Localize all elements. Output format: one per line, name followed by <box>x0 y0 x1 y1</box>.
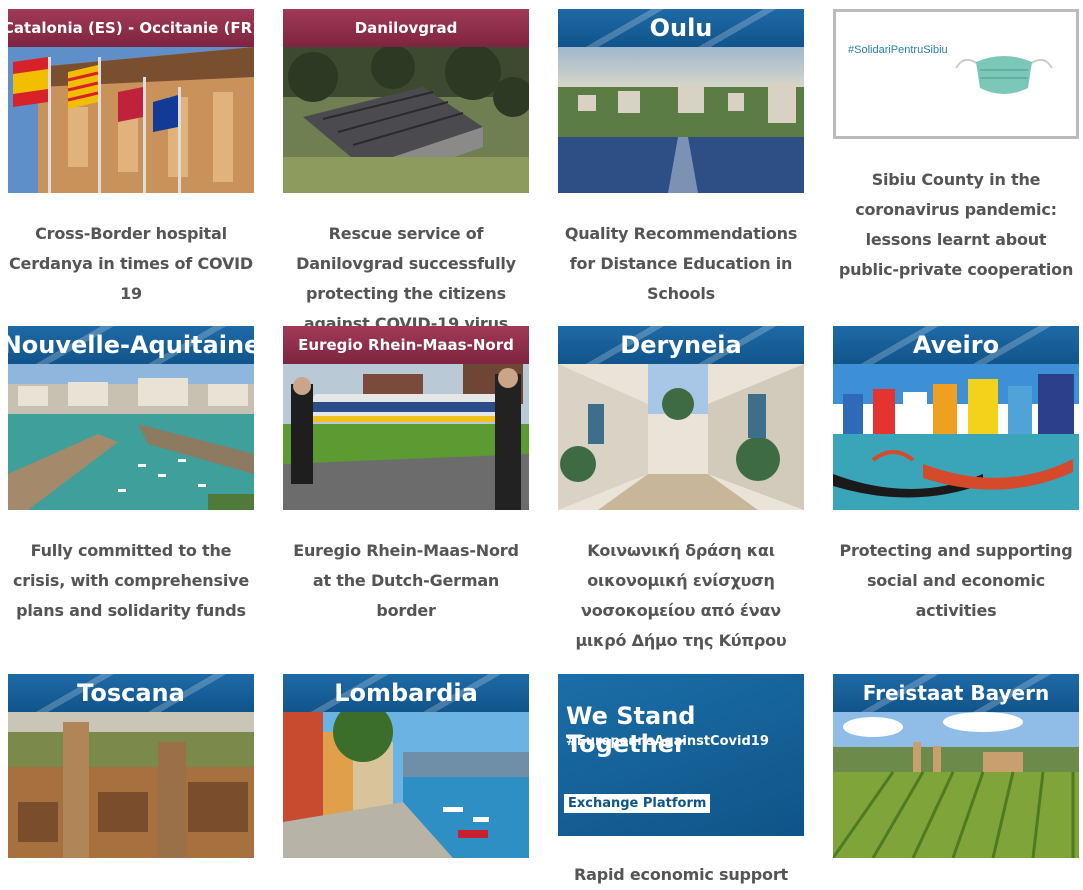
oulu-city-photo <box>558 47 804 193</box>
card-caption[interactable]: Sibiu County in the coronavirus pandemic… <box>833 165 1079 285</box>
exchange-platform-button[interactable]: Exchange Platform <box>564 794 711 813</box>
face-mask-icon <box>955 56 1053 94</box>
card-image[interactable]: Catalonia (ES) - Occitanie (FR) <box>8 9 254 193</box>
card-caption[interactable]: Quality Recommendations for Distance Edu… <box>558 219 804 309</box>
card-image[interactable]: Aveiro <box>833 326 1079 510</box>
card-banner: Nouvelle-Aquitaine <box>8 326 254 364</box>
card-image[interactable]: Lombardia <box>283 674 529 858</box>
card-image[interactable]: Toscana <box>8 674 254 858</box>
card-deryneia[interactable]: Deryneia Κοινωνική δράση και οικονομική … <box>558 326 804 656</box>
card-banner: Lombardia <box>283 674 529 712</box>
card-caption[interactable]: Euregio Rhein-Maas-Nord at the Dutch-Ger… <box>283 536 529 626</box>
card-caption[interactable]: Rescue service of Danilovgrad successful… <box>283 219 529 339</box>
card-image[interactable]: We Stand Together #EuropeansAgainstCovid… <box>558 674 804 836</box>
card-oulu[interactable]: Oulu Quality Recommendations for Distanc… <box>558 9 804 309</box>
card-nouvelle-aquitaine[interactable]: Nouvelle-Aquitaine Fully committed to th… <box>8 326 254 626</box>
card-banner: Danilovgrad <box>283 9 529 47</box>
card-caption[interactable]: Κοινωνική δράση και οικονομική ενίσχυση … <box>558 536 804 656</box>
card-image[interactable]: #SolidariPentruSibiu <box>833 9 1079 139</box>
card-we-stand-together[interactable]: We Stand Together #EuropeansAgainstCovid… <box>558 674 804 890</box>
card-caption[interactable]: Fully committed to the crisis, with comp… <box>8 536 254 626</box>
card-caption[interactable]: Cross-Border hospital Cerdanya in times … <box>8 219 254 309</box>
card-banner: Catalonia (ES) - Occitanie (FR) <box>8 9 254 47</box>
lake-promenade-photo <box>283 712 529 858</box>
card-lombardia[interactable]: Lombardia <box>283 674 529 858</box>
card-sibiu[interactable]: #SolidariPentruSibiu Sibiu County in the… <box>833 9 1079 285</box>
hospital-photo <box>8 47 254 193</box>
card-toscana[interactable]: Toscana <box>8 674 254 858</box>
tuscany-towers-photo <box>8 712 254 858</box>
card-banner: Euregio Rhein-Maas-Nord <box>283 326 529 364</box>
rescue-building-photo <box>283 47 529 193</box>
card-aveiro[interactable]: Aveiro Protecting and supporting social … <box>833 326 1079 626</box>
card-banner: Deryneia <box>558 326 804 364</box>
card-bayern[interactable]: Freistaat Bayern <box>833 674 1079 858</box>
harbour-photo <box>8 364 254 510</box>
card-euregio[interactable]: Euregio Rhein-Maas-Nord Euregio Rhein-Ma… <box>283 326 529 626</box>
card-image[interactable]: Nouvelle-Aquitaine <box>8 326 254 510</box>
train-border-photo <box>283 364 529 510</box>
hashtag-label: #SolidariPentruSibiu <box>848 44 948 56</box>
card-banner: Oulu <box>558 9 804 47</box>
campaign-hashtag: #EuropeansAgainstCovid19 <box>566 734 769 749</box>
card-danilovgrad[interactable]: Danilovgrad Rescue service of Danilovgra… <box>283 9 529 339</box>
alley-photo <box>558 364 804 510</box>
card-image[interactable]: Freistaat Bayern <box>833 674 1079 858</box>
vineyard-photo <box>833 712 1079 858</box>
card-catalonia[interactable]: Catalonia (ES) - Occitanie (FR) Cross-Bo… <box>8 9 254 309</box>
card-image[interactable]: Oulu <box>558 9 804 193</box>
card-image[interactable]: Euregio Rhein-Maas-Nord <box>283 326 529 510</box>
aveiro-canal-photo <box>833 364 1079 510</box>
card-banner: Aveiro <box>833 326 1079 364</box>
card-image[interactable]: Deryneia <box>558 326 804 510</box>
card-banner: Freistaat Bayern <box>833 674 1079 712</box>
card-caption[interactable]: Rapid economic support <box>558 860 804 890</box>
card-image[interactable]: Danilovgrad <box>283 9 529 193</box>
campaign-title: We Stand Together <box>566 702 696 758</box>
card-caption[interactable]: Protecting and supporting social and eco… <box>833 536 1079 626</box>
card-banner: Toscana <box>8 674 254 712</box>
